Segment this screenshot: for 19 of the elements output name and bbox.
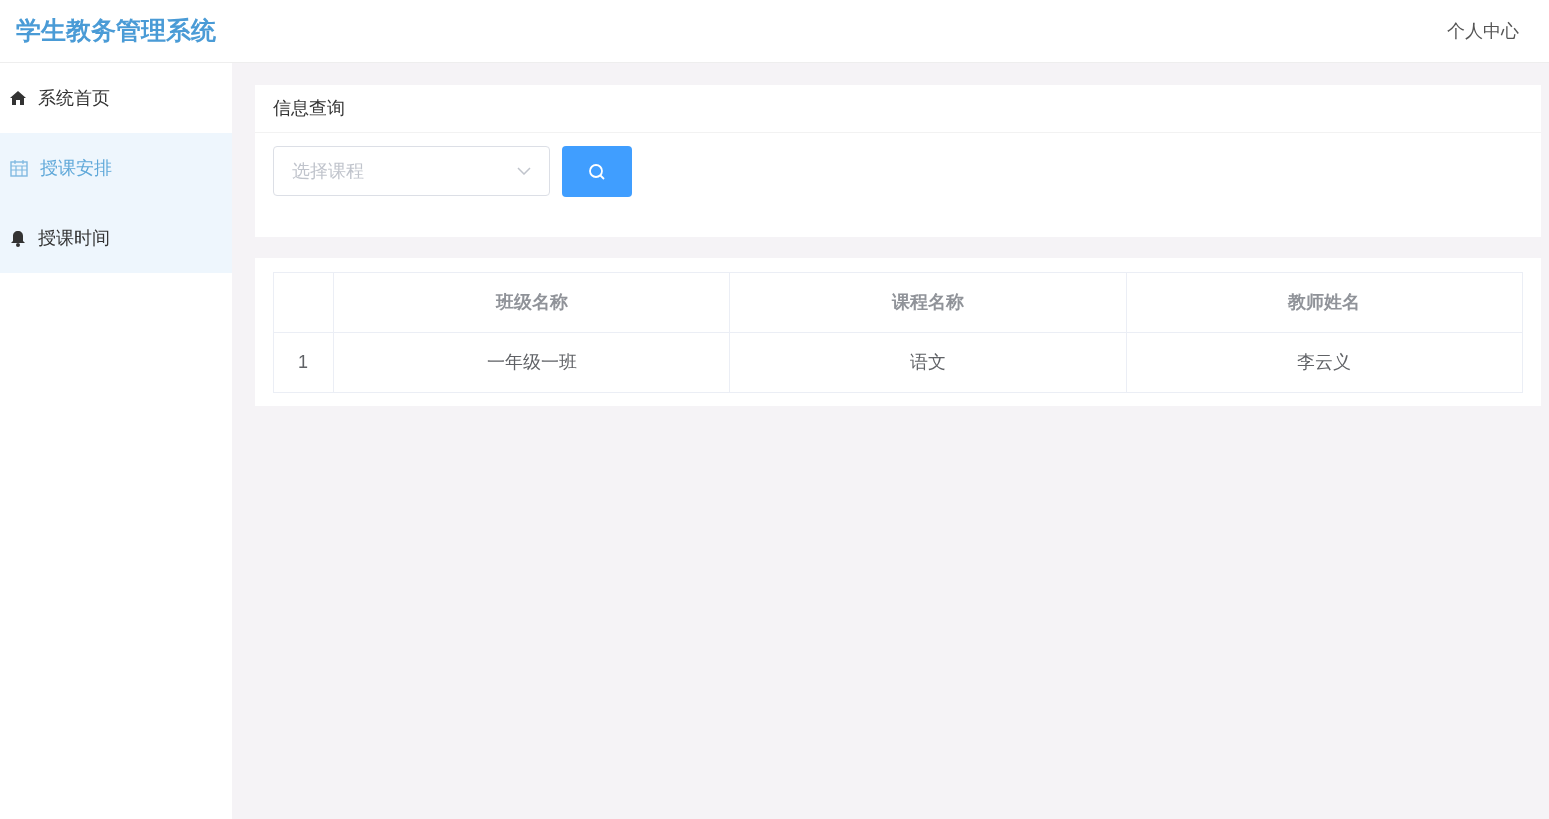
- chevron-down-icon: [517, 167, 531, 175]
- user-center-link[interactable]: 个人中心: [1447, 17, 1533, 45]
- table-cell: 李云义: [1297, 352, 1352, 372]
- table-cell: 语文: [910, 352, 946, 372]
- table-cell: 1: [298, 352, 308, 372]
- column-header: 课程名称: [892, 292, 964, 312]
- column-header: 教师姓名: [1288, 292, 1361, 312]
- calendar-icon: [10, 159, 28, 177]
- course-select[interactable]: 选择课程: [273, 146, 550, 196]
- sidebar-item[interactable]: 授课时间: [0, 203, 232, 273]
- search-button[interactable]: [562, 146, 632, 197]
- bell-icon: [10, 229, 26, 247]
- card-title: 信息查询: [255, 85, 1541, 133]
- app-title: 学生教务管理系统: [16, 15, 216, 47]
- course-input-field[interactable]: 选择课程: [292, 157, 492, 185]
- search-icon: [588, 162, 606, 181]
- home-icon: [10, 91, 26, 105]
- column-header: 班级名称: [495, 292, 568, 312]
- table-cell: 一年级一班: [486, 352, 577, 372]
